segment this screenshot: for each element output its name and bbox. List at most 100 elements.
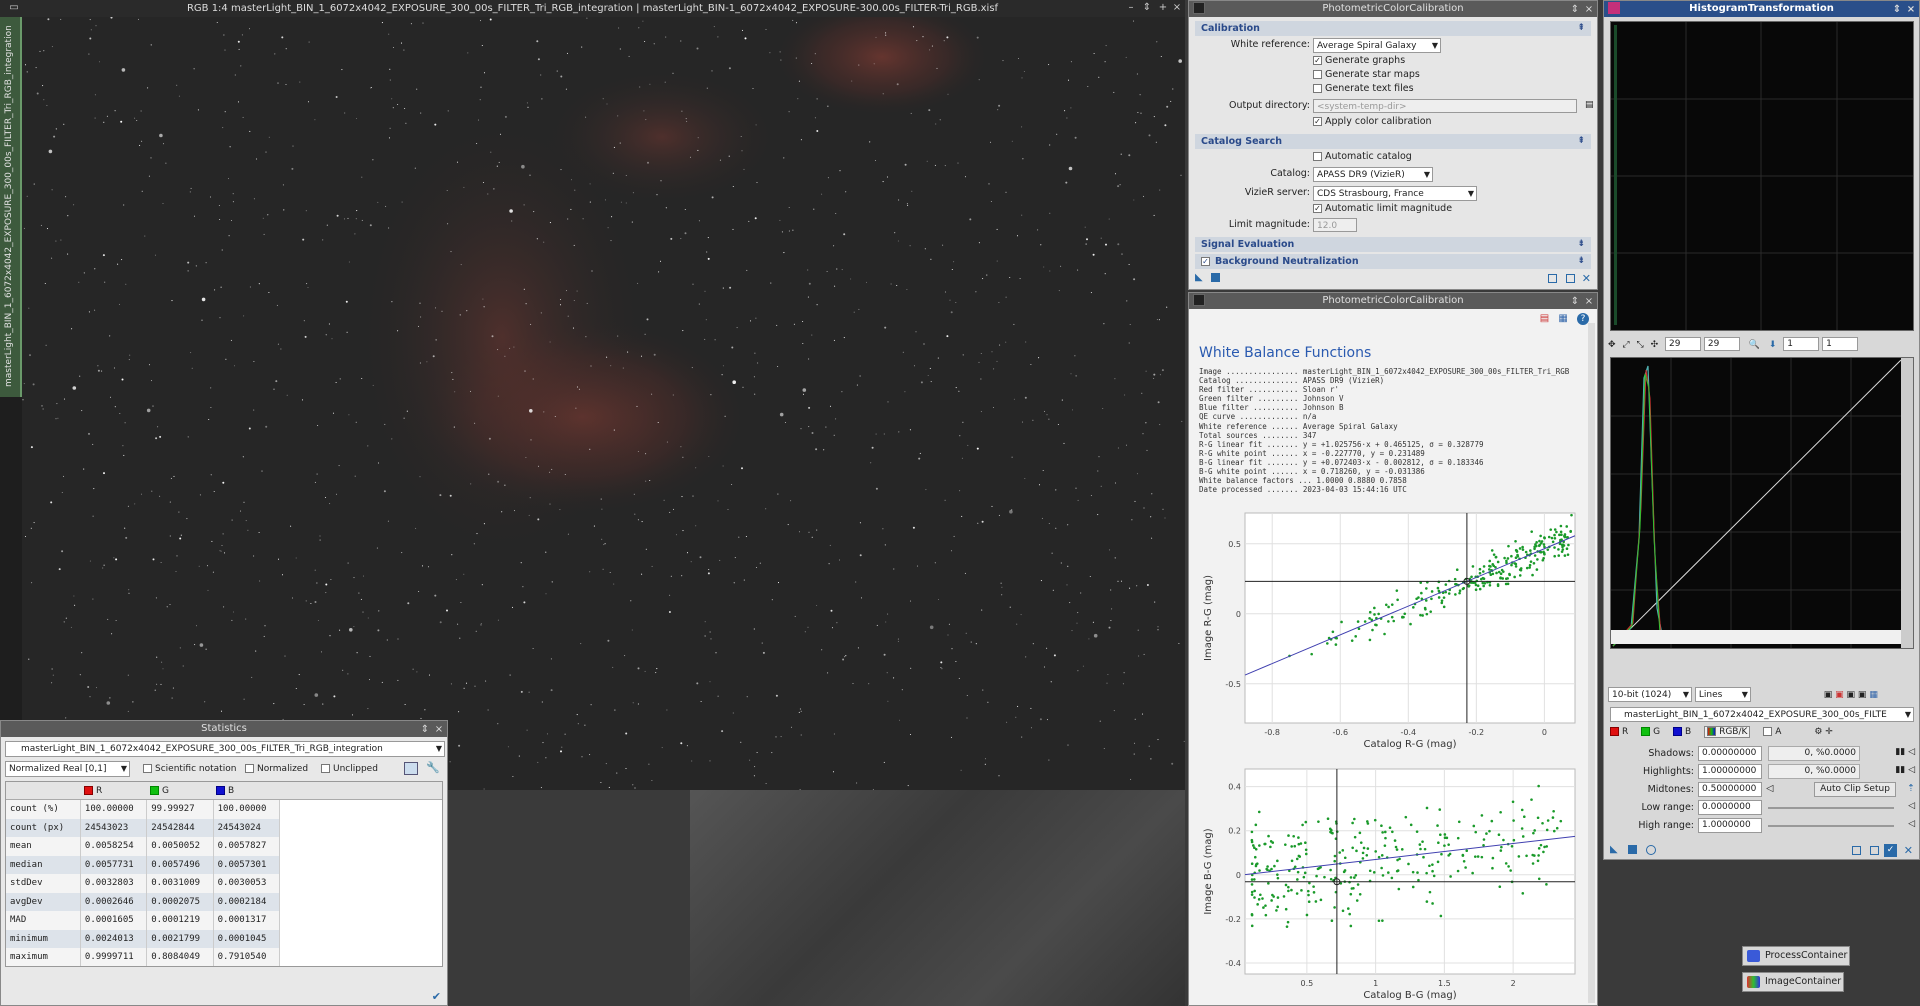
reset-icon[interactable] [1566,274,1575,283]
channel-g-toggle[interactable]: G [1641,727,1660,737]
reset-icon[interactable] [1870,846,1879,855]
wrench-icon[interactable]: 🔧 [426,761,440,774]
gear-icon[interactable]: ⚙ [1814,727,1822,737]
highlights-input[interactable]: 1.00000000 [1698,764,1762,779]
close-icon[interactable]: × [433,722,445,738]
y-zoom-spinner[interactable]: 1 [1822,337,1859,351]
catalog-search-section[interactable]: Catalog Search ⇞ [1195,134,1591,149]
close-process-icon[interactable]: ✕ [1582,272,1591,285]
histogram-transformation-panel[interactable]: HistogramTransformation ⇕ × ✥ ⤢ ⤡ ✣ 29 2… [1603,0,1920,860]
midtones-input[interactable]: 0.50000000 [1698,782,1762,797]
process-container-icon[interactable]: ProcessContainer [1742,946,1850,966]
normalized-checkbox[interactable]: Normalized [245,764,308,774]
low-range-slider[interactable] [1768,807,1894,809]
image-canvas[interactable] [22,17,1185,790]
show-grid-icon[interactable]: ▣ [1858,690,1867,700]
channel-rgbk-toggle[interactable]: RGB/K [1704,726,1751,738]
copy-icon[interactable] [404,762,418,775]
show-histogram-icon[interactable]: ▣ [1835,690,1844,700]
reset-midtones-icon[interactable]: ◁ [1766,783,1773,794]
scientific-notation-checkbox[interactable]: Scientific notation [143,764,236,774]
graph-style-select[interactable]: Lines ▼ [1694,687,1751,702]
expand-icon[interactable]: ⇟ [1577,237,1585,252]
apply-global-icon[interactable] [1211,273,1220,282]
grid-icon[interactable]: ▦ [1869,690,1878,700]
checkmark-icon[interactable]: ✓ [1884,844,1897,857]
arrow-down-icon[interactable]: ⬇ [1769,340,1777,350]
highlights-tools-icon[interactable]: ▮▮ ◁ [1895,765,1915,775]
histogram-graph[interactable] [1610,357,1914,649]
show-rejection-icon[interactable]: ▣ [1824,690,1833,700]
folder-icon[interactable]: ▤ [1585,100,1594,110]
close-process-icon[interactable]: ✕ [1904,844,1913,857]
automatic-catalog-checkbox[interactable]: Automatic catalog [1189,151,1597,165]
close-icon[interactable]: × [1583,2,1595,18]
image-identifier-tab[interactable]: masterLight_BIN_1_6072x4042_EXPOSURE_300… [0,17,22,397]
high-range-input[interactable]: 1.0000000 [1698,818,1762,833]
generate-star-maps-checkbox[interactable]: Generate star maps [1189,69,1597,83]
scrollbar[interactable] [1588,323,1595,1003]
pcc-process-panel[interactable]: PhotometricColorCalibration ⇕ × Calibrat… [1188,0,1598,290]
statistics-titlebar[interactable]: Statistics ⇕ × [1,721,447,737]
shade-icon[interactable]: ⇕ [1569,2,1581,18]
output-directory-field[interactable]: <system-temp-dir> [1313,99,1577,113]
histogram-view-selector[interactable]: masterLight_BIN_1_6072x4042_EXPOSURE_300… [1610,707,1914,723]
expand-icon[interactable]: ⇟ [1577,254,1585,269]
signal-evaluation-section[interactable]: Signal Evaluation ⇟ [1195,237,1591,252]
background-neutralization-section[interactable]: ✓ Background Neutralization ⇟ [1195,254,1591,269]
unclipped-checkbox[interactable]: Unclipped [321,764,378,774]
reset-icon[interactable]: ◁ [1908,801,1915,811]
maximize-icon[interactable]: + [1157,2,1169,14]
close-icon[interactable]: × [1905,2,1917,18]
transformed-preview[interactable] [1610,21,1914,331]
histogram-titlebar[interactable]: HistogramTransformation ⇕ × [1604,1,1919,17]
zoom-fit-icon[interactable]: ⤡ [1637,340,1644,350]
shadows-input[interactable]: 0.00000000 [1698,746,1762,761]
reset-icon[interactable]: ◁ [1908,819,1915,829]
show-curves-icon[interactable]: ▣ [1847,690,1856,700]
vizier-server-select[interactable]: CDS Strasbourg, France ▼ [1313,186,1477,201]
vertical-zoom-spinner[interactable]: 29 [1703,337,1740,351]
checkmark-icon[interactable]: ✔ [432,990,441,1003]
bit-depth-select[interactable]: 10-bit (1024) ▼ [1608,687,1692,702]
channel-r-toggle[interactable]: R [1610,727,1628,737]
pcc-graphs-titlebar[interactable]: PhotometricColorCalibration ⇕ × [1189,293,1597,309]
shadows-tools-icon[interactable]: ▮▮ ◁ [1895,747,1915,757]
white-reference-select[interactable]: Average Spiral Galaxy ▼ [1313,38,1441,53]
magnifier-icon[interactable]: 🔍 [1749,340,1760,350]
catalog-select[interactable]: APASS DR9 (VizieR) ▼ [1313,167,1433,182]
generate-graphs-checkbox[interactable]: ✓ Generate graphs [1189,55,1597,69]
pdf-icon[interactable]: ▤ [1540,313,1549,324]
image-container-icon[interactable]: ImageContainer [1742,972,1844,992]
window-menu-icon[interactable]: ▭ [8,2,20,14]
statistics-panel[interactable]: Statistics ⇕ × masterLight_BIN_1_6072x40… [0,720,448,1006]
calibration-section[interactable]: Calibration ⇞ [1195,21,1591,36]
auto-clip-setup-button[interactable]: Auto Clip Setup [1814,782,1896,797]
shade-icon[interactable]: ⇕ [1891,2,1903,18]
browse-doc-icon[interactable] [1548,274,1557,283]
crosshair-icon[interactable]: ✛ [1825,727,1833,737]
apply-color-calibration-checkbox[interactable]: ✓ Apply color calibration [1189,116,1597,130]
limit-magnitude-field[interactable]: 12.0 [1313,218,1357,232]
up-arrow-icon[interactable]: ⇡ [1907,783,1915,794]
close-icon[interactable]: × [1171,2,1183,14]
new-instance-icon[interactable]: ◣ [1610,844,1618,855]
pan-icon[interactable]: ✥ [1608,340,1616,350]
save-icon[interactable]: ▦ [1558,313,1567,324]
pcc-graphs-window[interactable]: PhotometricColorCalibration ⇕ × ▤ ▦ ? Wh… [1188,292,1598,1006]
generate-text-files-checkbox[interactable]: Generate text files [1189,83,1597,97]
x-zoom-spinner[interactable]: 1 [1783,337,1820,351]
image-window[interactable]: RGB 1:4 masterLight_BIN_1_6072x4042_EXPO… [0,0,1185,790]
pcc-titlebar[interactable]: PhotometricColorCalibration ⇕ × [1189,1,1597,17]
shade-icon[interactable]: ⇕ [419,722,431,738]
new-instance-icon[interactable]: ◣ [1195,272,1203,283]
fit-icon[interactable]: ⤢ [1622,340,1629,350]
real-time-preview-icon[interactable] [1646,845,1656,855]
collapse-icon[interactable]: ⇞ [1577,134,1585,149]
apply-global-icon[interactable] [1628,845,1637,854]
channel-alpha-toggle[interactable]: A [1763,727,1781,737]
shade-icon[interactable]: ⇕ [1141,2,1153,14]
minimize-icon[interactable]: – [1125,2,1137,14]
automatic-limit-magnitude-checkbox[interactable]: ✓ Automatic limit magnitude [1189,203,1597,217]
close-icon[interactable]: × [1583,294,1595,310]
